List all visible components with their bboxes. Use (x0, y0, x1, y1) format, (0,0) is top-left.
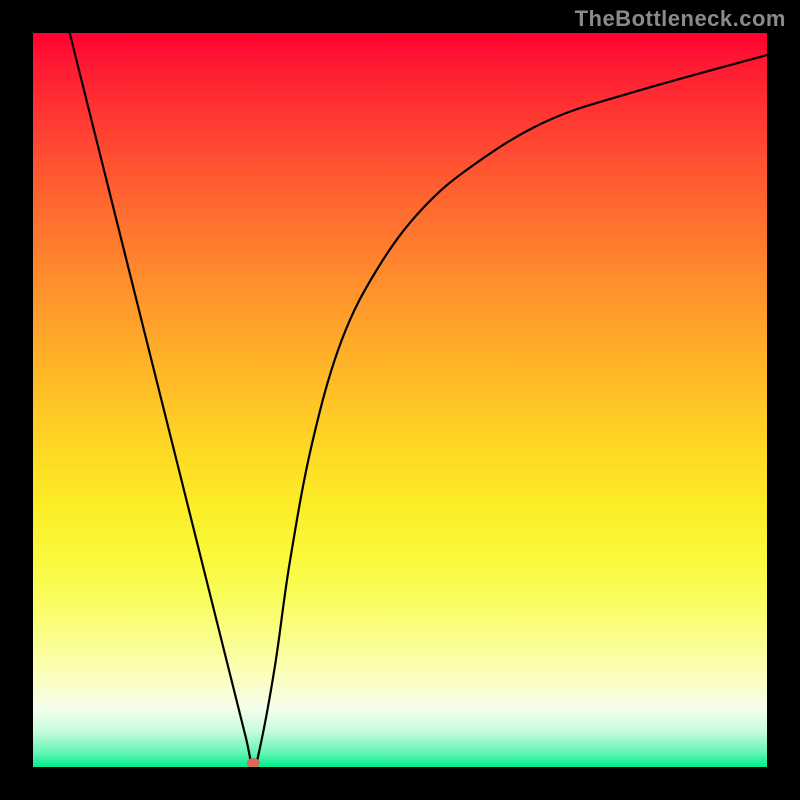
watermark-text: TheBottleneck.com (575, 6, 786, 32)
chart-frame: TheBottleneck.com (0, 0, 800, 800)
plot-area (33, 33, 767, 767)
curve-path (70, 33, 767, 767)
bottleneck-curve (33, 33, 767, 767)
